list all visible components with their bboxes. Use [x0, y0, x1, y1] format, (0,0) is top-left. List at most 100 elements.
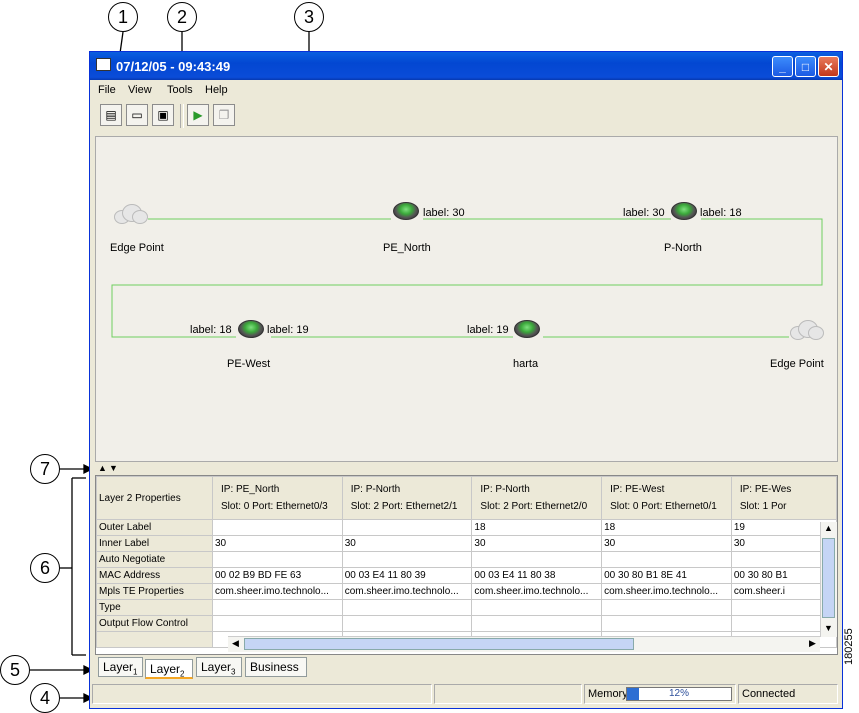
memory-bar: 12% [626, 687, 732, 701]
grid-cell[interactable] [212, 599, 343, 616]
grid-cell[interactable]: 30 [341, 535, 473, 552]
grid-cell[interactable] [601, 551, 732, 568]
topology-canvas[interactable]: Edge Point label: 30 PE_North label: 30 … [95, 136, 838, 462]
scroll-right-icon[interactable]: ▶ [806, 638, 819, 650]
router-icon[interactable] [671, 202, 697, 220]
tab-layer-3[interactable]: Layer3 [196, 657, 242, 677]
maximize-button[interactable]: □ [795, 56, 816, 77]
column-slot: Slot: 2 Port: Ethernet2/1 [350, 501, 458, 512]
grid-cell[interactable]: 30 [471, 535, 603, 552]
grid-column-header[interactable]: IP: P-North Slot: 2 Port: Ethernet2/0 [471, 476, 603, 520]
row-header: Inner Label [96, 535, 213, 552]
copy-button[interactable]: ❐ [213, 104, 235, 126]
cloud-icon[interactable] [114, 204, 148, 224]
grid-cell[interactable] [341, 551, 473, 568]
horizontal-scrollbar[interactable]: ◀ ▶ [228, 636, 820, 652]
save-button[interactable]: ▣ [152, 104, 174, 126]
vertical-scrollbar[interactable]: ▲ ▼ [820, 522, 837, 637]
properties-table: Layer 2 Properties IP: PE_North Slot: 0 P… [96, 476, 837, 648]
tab-business[interactable]: Business [245, 657, 307, 677]
node-name-edge-point-1: Edge Point [110, 242, 164, 254]
pane-splitter[interactable]: ▲ ▼ [95, 463, 838, 473]
menu-help[interactable]: Help [205, 84, 228, 96]
grid-cell[interactable] [212, 519, 343, 536]
minimize-button[interactable]: _ [772, 56, 793, 77]
expand-up-icon[interactable]: ▲ [98, 463, 107, 473]
tab-layer-1[interactable]: Layer1 [98, 657, 143, 677]
table-row[interactable]: MAC Address 00 02 B9 BD FE 63 00 03 E4 11 … [96, 567, 837, 584]
grid-cell[interactable]: com.sheer.imo.technolo... [212, 583, 343, 600]
grid-cell[interactable] [471, 551, 603, 568]
new-map-button[interactable]: ▤ [100, 104, 122, 126]
scroll-left-icon[interactable]: ◀ [229, 638, 242, 650]
column-slot: Slot: 2 Port: Ethernet2/0 [480, 501, 588, 512]
menu-file[interactable]: File [98, 84, 116, 96]
monitor-button[interactable]: ▭ [126, 104, 148, 126]
grid-cell[interactable] [601, 615, 732, 632]
table-row[interactable]: Output Flow Control [96, 615, 837, 632]
row-header: MAC Address [96, 567, 213, 584]
memory-percent: 12% [668, 688, 689, 699]
table-row[interactable]: Inner Label 30 30 30 30 30 [96, 535, 837, 552]
properties-grid[interactable]: Layer 2 Properties IP: PE_North Slot: 0 P… [95, 475, 838, 655]
status-panel-2 [434, 684, 582, 704]
scroll-thumb[interactable] [822, 538, 835, 618]
grid-cell[interactable]: 00 02 B9 BD FE 63 [212, 567, 343, 584]
grid-cell[interactable] [471, 599, 603, 616]
grid-cell[interactable]: 00 30 80 B1 8E 41 [601, 567, 732, 584]
monitor-icon: ▭ [131, 108, 143, 122]
grid-cell[interactable] [341, 519, 473, 536]
node-label-left: label: 30 [623, 207, 665, 219]
column-slot: Slot: 0 Port: Ethernet0/3 [221, 501, 328, 512]
topology-links [111, 218, 823, 338]
grid-cell[interactable]: 00 03 E4 11 80 39 [341, 567, 473, 584]
status-panel-1 [92, 684, 432, 704]
run-button[interactable]: ▶ [187, 104, 209, 126]
grid-cell[interactable]: 00 03 E4 11 80 38 [471, 567, 603, 584]
close-icon: ✕ [823, 59, 834, 74]
grid-cell[interactable] [341, 615, 473, 632]
close-button[interactable]: ✕ [818, 56, 839, 77]
grid-cell[interactable] [471, 615, 603, 632]
scroll-down-icon[interactable]: ▼ [822, 623, 835, 636]
column-ip: IP: P-North [350, 484, 401, 495]
menu-view[interactable]: View [128, 84, 152, 96]
minimize-icon: _ [779, 59, 786, 74]
column-slot: Slot: 1 Por [739, 501, 787, 512]
grid-cell[interactable]: com.sheer.imo.technolo... [341, 583, 473, 600]
router-icon[interactable] [514, 320, 540, 338]
cloud-icon[interactable] [790, 320, 824, 340]
column-ip: IP: PE_North [221, 484, 280, 495]
grid-column-header[interactable]: IP: P-North Slot: 2 Port: Ethernet2/1 [341, 476, 473, 520]
grid-cell[interactable]: 30 [212, 535, 343, 552]
table-row[interactable]: Auto Negotiate [96, 551, 837, 568]
menu-tools[interactable]: Tools [167, 84, 193, 96]
tab-layer-2[interactable]: Layer2 [145, 659, 193, 679]
grid-cell[interactable]: com.sheer.imo.technolo... [601, 583, 732, 600]
collapse-down-icon[interactable]: ▼ [109, 463, 118, 473]
table-row[interactable]: Mpls TE Properties com.sheer.imo.technolo… [96, 583, 837, 600]
grid-cell[interactable] [601, 599, 732, 616]
row-header: Mpls TE Properties [96, 583, 213, 600]
column-ip: IP: PE-West [610, 484, 665, 495]
grid-cell[interactable] [212, 551, 343, 568]
scroll-up-icon[interactable]: ▲ [822, 523, 835, 536]
router-icon[interactable] [393, 202, 419, 220]
grid-cell[interactable] [341, 599, 473, 616]
h-scroll-thumb[interactable] [244, 638, 634, 650]
status-bar: Memory: 12% Connected [90, 684, 842, 706]
table-row[interactable]: Outer Label 18 18 19 [96, 519, 837, 536]
router-icon[interactable] [238, 320, 264, 338]
grid-column-header[interactable]: IP: PE-West Slot: 0 Port: Ethernet0/1 [601, 476, 732, 520]
grid-cell[interactable]: 18 [601, 519, 732, 536]
grid-cell[interactable]: 18 [471, 519, 603, 536]
grid-column-header[interactable]: IP: PE_North Slot: 0 Port: Ethernet0/3 [212, 476, 343, 520]
table-row[interactable]: Type [96, 599, 837, 616]
node-name-pe-north: PE_North [383, 242, 431, 254]
grid-column-header[interactable]: IP: PE-Wes Slot: 1 Por [730, 476, 837, 520]
grid-cell[interactable] [212, 615, 343, 632]
row-header [96, 631, 213, 648]
grid-cell[interactable]: 30 [601, 535, 732, 552]
grid-cell[interactable]: com.sheer.imo.technolo... [471, 583, 603, 600]
title-bar[interactable]: 07/12/05 - 09:43:49 _ □ ✕ [90, 52, 842, 80]
